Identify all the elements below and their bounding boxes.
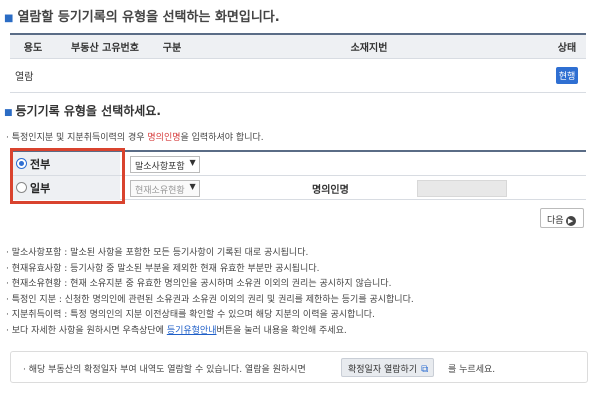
- owner-name-input[interactable]: [417, 180, 507, 197]
- cell-usage: 열람: [10, 58, 56, 93]
- col-header-address: 소재지번: [190, 33, 548, 59]
- selection-highlight-box: [10, 148, 125, 204]
- owner-name-label: 명의인명: [312, 185, 349, 196]
- list-item: · 지분취득이력 : 특정 명의인의 지분 이전상태를 확인할 수 있으며 해당…: [6, 310, 375, 320]
- description-text: 현재소유현황 : 현재 소유지분 중 유효한 명의인을 공시하며 소유권 이외의…: [11, 279, 392, 289]
- list-item: · 현재소유현황 : 현재 소유지분 중 유효한 명의인을 공시하며 소유권 이…: [6, 279, 392, 289]
- scope-select-partial[interactable]: 현재소유현황 ▼: [130, 180, 200, 197]
- list-item: · 말소사항포함 : 말소된 사항을 포함한 모든 등기사항이 기록된 대로 공…: [6, 248, 309, 258]
- page-title: 열람할 등기기록의 유형을 선택하는 화면입니다.: [17, 10, 280, 25]
- cell-type: [154, 58, 190, 93]
- chevron-down-icon: ▼: [189, 158, 196, 167]
- note-prefix: 특정인지분 및 지분취득이력의 경우: [11, 133, 148, 143]
- cell-status: 현행: [548, 58, 586, 93]
- description-text: 말소사항포함 : 말소된 사항을 포함한 모든 등기사항이 기록된 대로 공시됩…: [11, 248, 309, 258]
- col-header-usage: 용도: [10, 33, 56, 59]
- description-text: 현재유효사항 : 등기사항 중 말소된 부분을 제외한 현재 유효한 부분만 공…: [11, 263, 320, 274]
- help-prefix: 보다 자세한 사항을 원하시면 우측상단에: [11, 325, 167, 336]
- status-badge: 현행: [555, 66, 579, 84]
- section-note: · 특정인지분 및 지분취득이력의 경우 명의인명을 입력하셔야 합니다.: [6, 130, 264, 143]
- scope-select-full-value: 말소사항포함: [135, 162, 185, 172]
- col-header-status: 상태: [548, 33, 586, 59]
- list-item: · 특정인 지분 : 신청한 명의인에 관련된 소유권과 소유권 이외의 권리 …: [6, 294, 414, 305]
- description-text: 지분취득이력 : 특정 명의인의 지분 이전상태를 확인할 수 있으며 해당 지…: [11, 310, 375, 320]
- next-button[interactable]: 다음 ▶: [540, 208, 584, 228]
- scope-select-partial-value: 현재소유현황: [135, 186, 185, 196]
- confirm-date-text-body: 해당 부동산의 확정일자 부여 내역도 열람할 수 있습니다. 열람을 원하시면: [28, 365, 306, 375]
- list-item-help: · 보다 자세한 사항을 원하시면 우측상단에 등기유형안내버튼을 눌러 내용을…: [6, 325, 347, 336]
- scope-select-full[interactable]: 말소사항포함 ▼: [130, 156, 200, 173]
- confirm-date-box: · 해당 부동산의 확정일자 부여 내역도 열람할 수 있습니다. 열람을 원하…: [10, 351, 588, 383]
- confirm-date-text: · 해당 부동산의 확정일자 부여 내역도 열람할 수 있습니다. 열람을 원하…: [23, 365, 306, 375]
- col-header-type: 구분: [154, 33, 190, 59]
- description-list: · 말소사항포함 : 말소된 사항을 포함한 모든 등기사항이 기록된 대로 공…: [6, 245, 596, 338]
- table-header-row: 용도 부동산 고유번호 구분 소재지번 상태: [10, 33, 586, 59]
- external-link-icon: ⧉: [421, 364, 429, 375]
- confirm-date-button-label: 확정일자 열람하기: [348, 365, 418, 375]
- section-heading: ■ 등기기록 유형을 선택하세요.: [4, 102, 161, 119]
- cell-unique-no: [56, 58, 154, 93]
- confirm-date-tail: 를 누르세요.: [448, 365, 496, 375]
- description-text: 특정인 지분 : 신청한 명의인에 관련된 소유권과 소유권 이외의 권리 및 …: [11, 294, 414, 305]
- next-button-label: 다음: [547, 216, 564, 226]
- help-suffix: 버튼을 눌러 내용을 확인해 주세요.: [216, 325, 347, 336]
- arrow-right-icon: ▶: [565, 215, 576, 226]
- col-header-unique-no: 부동산 고유번호: [56, 33, 154, 59]
- chevron-down-icon: ▼: [189, 182, 196, 191]
- note-suffix: 을 입력하셔야 합니다.: [180, 133, 264, 143]
- cell-address: [190, 58, 548, 93]
- bullet-icon: ■: [4, 108, 13, 118]
- table-row: 열람 현행: [10, 58, 586, 93]
- section-title: 등기기록 유형을 선택하세요.: [15, 104, 161, 118]
- note-highlight: 명의인명: [147, 133, 181, 143]
- list-item: · 현재유효사항 : 등기사항 중 말소된 부분을 제외한 현재 유효한 부분만…: [6, 263, 320, 274]
- property-table: 용도 부동산 고유번호 구분 소재지번 상태 열람 현행: [10, 33, 586, 93]
- registry-type-guide-link[interactable]: 등기유형안내: [167, 326, 217, 336]
- confirm-date-view-button[interactable]: 확정일자 열람하기 ⧉: [341, 358, 435, 377]
- page-header: ■ 열람할 등기기록의 유형을 선택하는 화면입니다.: [4, 6, 596, 26]
- bullet-icon: ■: [4, 13, 14, 24]
